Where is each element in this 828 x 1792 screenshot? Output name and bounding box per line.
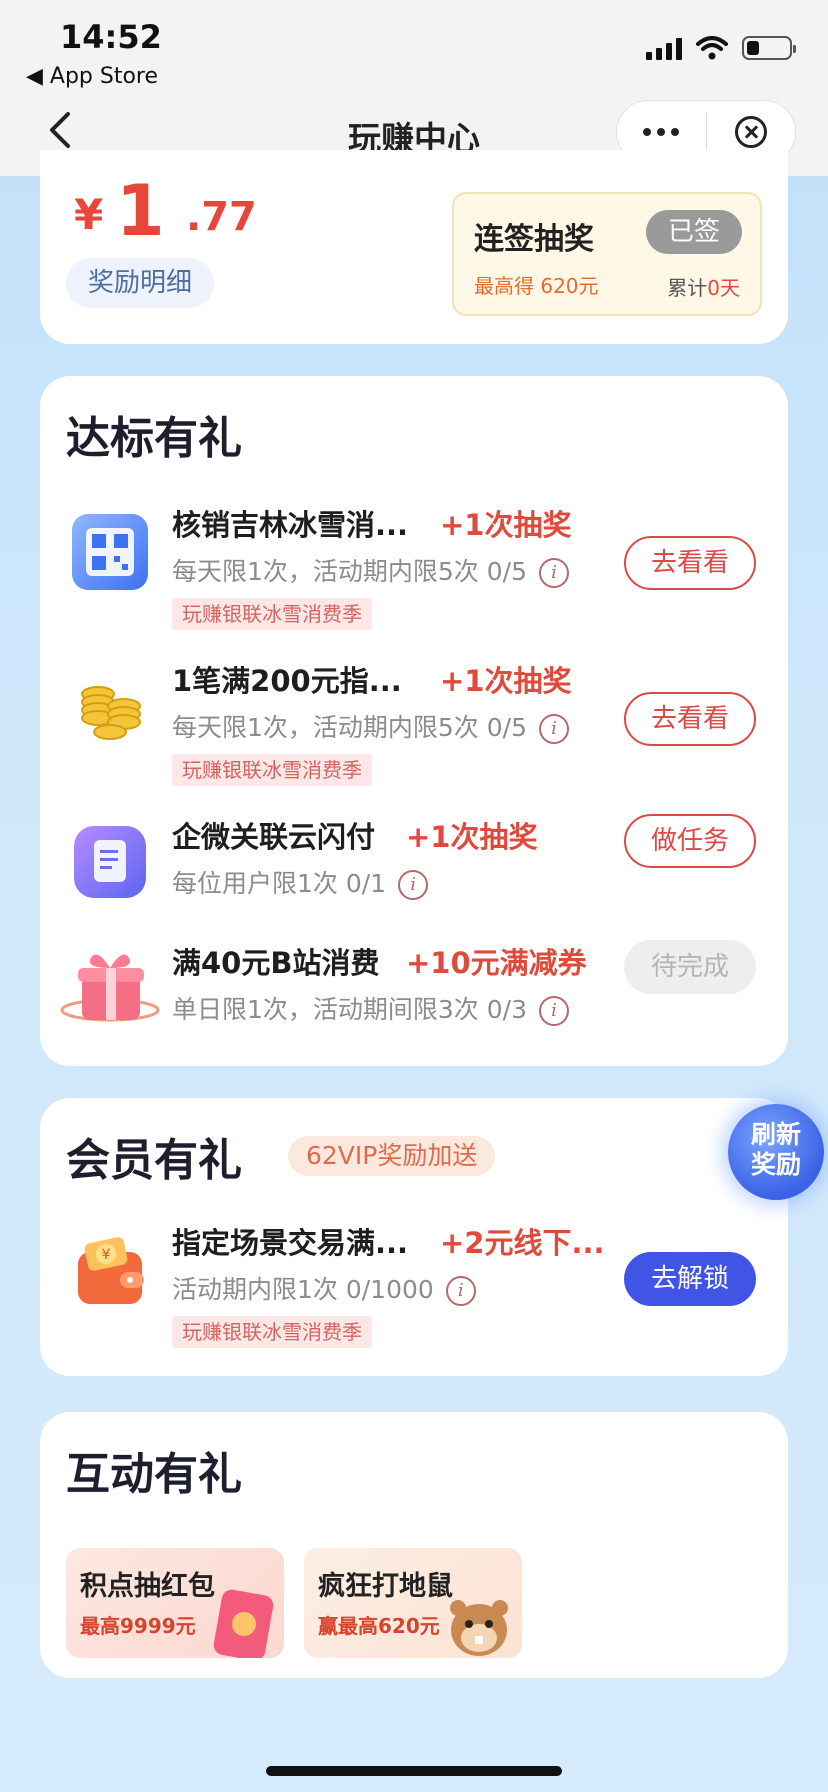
refresh-rewards-button[interactable]: 刷新 奖励: [728, 1104, 824, 1200]
signal-icon: [646, 36, 682, 60]
checkin-max-reward: 最高得 620元: [474, 274, 599, 298]
info-icon[interactable]: i: [539, 996, 569, 1026]
task-reward: +2元线下...: [440, 1226, 605, 1260]
section-title-standard: 达标有礼: [66, 402, 242, 478]
task-reward: +1次抽奖: [406, 820, 538, 854]
task-reward: +1次抽奖: [440, 508, 572, 542]
vip-rewards-card: 会员有礼 62VIP奖励加送 ¥ 指定场景交易满... +2元线下... 活动期…: [40, 1098, 788, 1376]
document-icon: [74, 826, 146, 898]
vip-bonus-badge: 62VIP奖励加送: [288, 1136, 496, 1176]
task-reward: +1次抽奖: [440, 664, 572, 698]
wifi-icon: [696, 36, 728, 60]
unlock-button[interactable]: 去解锁: [624, 1252, 756, 1306]
task-item: 1笔满200元指... +1次抽奖 每天限1次，活动期内限5次 0/5 i 玩赚银…: [40, 658, 788, 788]
task-desc: 每天限1次，活动期内限5次 0/5 i: [172, 552, 569, 588]
game-title: 积点抽红包: [80, 1571, 215, 1602]
task-desc: 每天限1次，活动期内限5次 0/5 i: [172, 708, 569, 744]
battery-icon: [742, 36, 796, 60]
balance-decimal: .77: [186, 194, 257, 240]
game-tile-whack-a-mole[interactable]: 疯狂打地鼠 赢最高620元: [304, 1548, 522, 1658]
game-subtitle: 最高9999元: [80, 1614, 196, 1638]
task-desc: 活动期内限1次 0/1000 i: [172, 1270, 476, 1306]
info-icon[interactable]: i: [539, 558, 569, 588]
info-icon[interactable]: i: [539, 714, 569, 744]
section-title-vip: 会员有礼: [66, 1124, 242, 1200]
section-title-text: 互动有礼: [66, 1449, 242, 1500]
checkin-total-days: 0天: [707, 276, 740, 300]
game-tile-red-envelope[interactable]: 积点抽红包 最高9999元: [66, 1548, 284, 1658]
checkin-title: 连签抽奖: [474, 222, 594, 257]
checkin-lottery-card[interactable]: 连签抽奖 已签 最高得 620元 累计0天: [452, 192, 762, 316]
checkin-total: 累计0天: [667, 272, 740, 301]
task-desc: 单日限1次，活动期间限3次 0/3 i: [172, 990, 569, 1026]
game-subtitle: 赢最高620元: [318, 1614, 440, 1638]
svg-text:¥: ¥: [102, 1247, 111, 1263]
game-title: 疯狂打地鼠: [318, 1571, 453, 1602]
task-tag: 玩赚银联冰雪消费季: [172, 1316, 372, 1348]
refresh-label: 奖励: [750, 1150, 801, 1179]
status-icons: [646, 36, 796, 60]
coins-icon: [81, 686, 141, 740]
more-button[interactable]: [617, 128, 706, 136]
info-icon[interactable]: i: [398, 870, 429, 900]
refresh-label: 刷新: [750, 1120, 801, 1149]
status-time: 14:52: [60, 18, 162, 56]
section-title-text: 会员有礼: [66, 1135, 242, 1186]
task-title: 满40元B站消费: [172, 946, 380, 980]
balance-card: ¥ 1 .77 奖励明细 连签抽奖 已签 最高得 620元 累计0天: [40, 150, 788, 344]
back-arrow-icon[interactable]: [46, 110, 74, 150]
home-indicator: [266, 1766, 562, 1776]
task-desc-text: 每天限1次，活动期内限5次 0/5: [172, 713, 527, 742]
close-icon: [734, 116, 767, 148]
interactive-rewards-card: 互动有礼 积点抽红包 最高9999元 疯狂打地鼠 赢最高620元: [40, 1412, 788, 1678]
qr-code-icon: [72, 514, 148, 590]
task-reward: +10元满减券: [406, 946, 587, 980]
currency-symbol: ¥: [74, 190, 104, 239]
red-envelope-icon: [213, 1589, 274, 1658]
task-tag: 玩赚银联冰雪消费季: [172, 754, 372, 786]
task-desc-text: 每位用户限1次 0/1: [172, 869, 387, 898]
wallet-icon: ¥: [78, 1237, 144, 1304]
task-tag: 玩赚银联冰雪消费季: [172, 598, 372, 630]
info-icon[interactable]: i: [445, 1276, 476, 1306]
balance-amount: 1: [116, 170, 165, 252]
view-button[interactable]: 去看看: [624, 536, 756, 590]
hamster-icon: [450, 1600, 508, 1656]
section-title-interactive: 互动有礼: [66, 1438, 242, 1514]
task-item: ¥ 指定场景交易满... +2元线下... 活动期内限1次 0/1000 i 玩赚…: [40, 1220, 788, 1350]
view-button[interactable]: 去看看: [624, 692, 756, 746]
task-desc-text: 单日限1次，活动期间限3次 0/3: [172, 995, 527, 1024]
task-title: 指定场景交易满...: [172, 1226, 409, 1260]
section-title-text: 达标有礼: [66, 413, 242, 464]
task-desc: 每位用户限1次 0/1 i: [172, 864, 429, 900]
reward-detail-button[interactable]: 奖励明细: [66, 258, 215, 308]
task-item: 核销吉林冰雪消... +1次抽奖 每天限1次，活动期内限5次 0/5 i 玩赚银联…: [40, 502, 788, 632]
checkin-total-label: 累计: [667, 276, 708, 300]
back-to-app-store[interactable]: ◀ App Store: [26, 64, 158, 89]
task-desc-text: 活动期内限1次 0/1000: [172, 1275, 434, 1304]
task-desc-text: 每天限1次，活动期内限5次 0/5: [172, 557, 527, 586]
close-button[interactable]: [707, 116, 796, 148]
task-title: 企微关联云闪付: [172, 820, 376, 854]
do-task-button[interactable]: 做任务: [624, 814, 756, 868]
task-title: 核销吉林冰雪消...: [172, 508, 409, 542]
signed-badge: 已签: [646, 210, 742, 254]
task-item: 企微关联云闪付 +1次抽奖 每位用户限1次 0/1 i 做任务: [40, 814, 788, 914]
task-title: 1笔满200元指...: [172, 664, 402, 698]
task-item: 满40元B站消费 +10元满减券 单日限1次，活动期间限3次 0/3 i 待完成: [40, 940, 788, 1040]
standard-rewards-card: 达标有礼 核销吉林冰雪消... +1次抽奖 每天限1次，活动期内限5次 0/5 i…: [40, 376, 788, 1066]
gift-box-icon: [60, 954, 160, 1022]
pending-button[interactable]: 待完成: [624, 940, 756, 994]
